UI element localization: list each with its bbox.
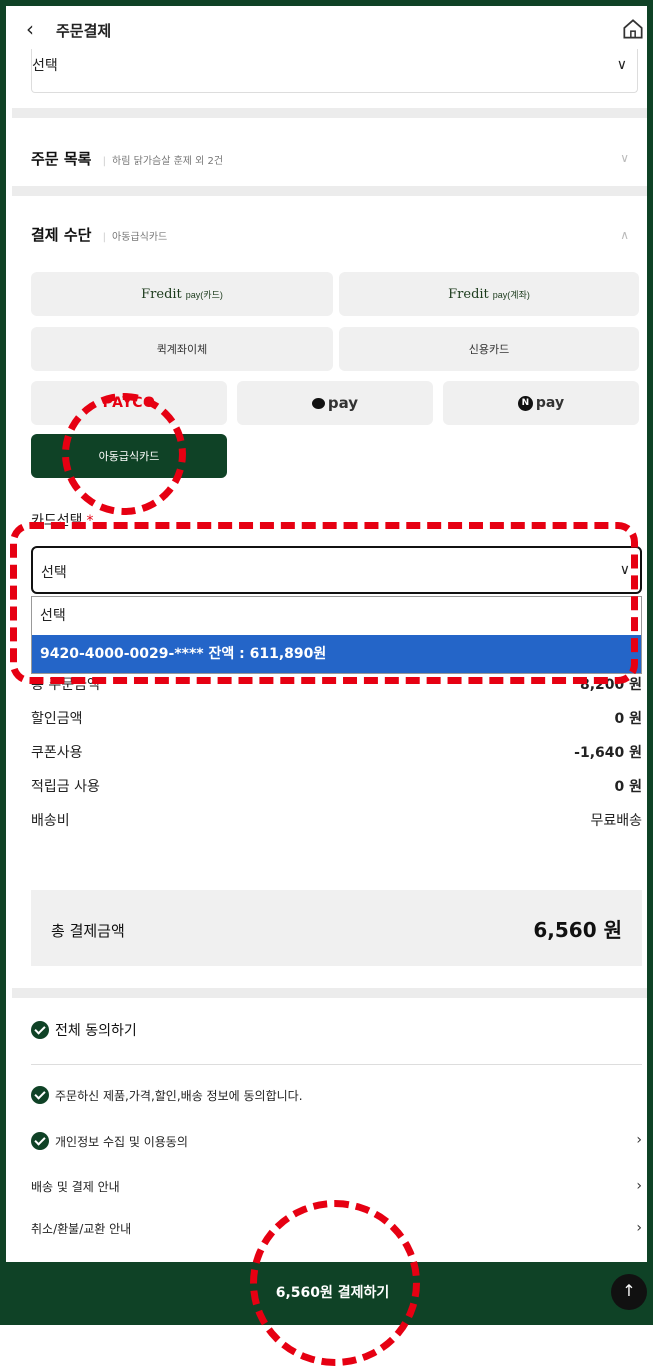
- pay-button[interactable]: 6,560원 결제하기 ↑: [6, 1262, 647, 1324]
- quick-transfer-button[interactable]: 퀵계좌이체: [31, 327, 333, 371]
- summary-value: 0 원: [614, 711, 643, 727]
- chevron-right-icon: ›: [636, 1132, 642, 1148]
- naver-n-icon: N: [517, 395, 533, 411]
- child-meal-card-label: 아동급식카드: [98, 450, 160, 463]
- dropdown-option-card[interactable]: 9420-4000-0029-**** 잔액 : 611,890원: [32, 635, 641, 673]
- section-divider: [12, 988, 647, 998]
- kakao-bubble-icon: [311, 398, 325, 409]
- summary-label: 할인금액: [31, 711, 83, 727]
- card-select-value: 선택: [41, 565, 67, 581]
- select-value: 선택: [32, 58, 58, 74]
- agree-all[interactable]: 전체 동의하기: [31, 1020, 137, 1040]
- chevron-down-icon: ∨: [619, 562, 630, 578]
- fredit-card-label: pay(카드): [185, 289, 223, 300]
- pay-button-label: 6,560원 결제하기: [275, 1285, 390, 1301]
- payment-method-header[interactable]: 결제 수단 | 아동급식카드: [31, 224, 167, 245]
- check-circle-icon: [31, 1021, 49, 1039]
- divider: [31, 1064, 642, 1065]
- credit-card-label: 신용카드: [468, 343, 510, 356]
- credit-card-button[interactable]: 신용카드: [339, 327, 639, 371]
- child-meal-card-button[interactable]: 아동급식카드: [31, 434, 227, 478]
- summary-value: 무료배송: [590, 813, 642, 829]
- dropdown-option[interactable]: 선택: [32, 597, 641, 635]
- agree-item-label: 주문하신 제품,가격,할인,배송 정보에 동의합니다.: [55, 1089, 303, 1103]
- summary-label: 쿠폰사용: [31, 745, 83, 761]
- info-delivery-payment[interactable]: 배송 및 결제 안내 ›: [31, 1178, 642, 1202]
- agree-item-label: 개인정보 수집 및 이용동의: [55, 1135, 188, 1149]
- kakaopay-button[interactable]: pay: [237, 381, 433, 425]
- info-label: 취소/환불/교환 안내: [31, 1222, 132, 1236]
- chevron-right-icon: ›: [636, 1220, 642, 1236]
- summary-label: 총 주문금액: [31, 677, 100, 693]
- summary-row: 할인금액 0 원: [31, 708, 642, 732]
- fredit-card-button[interactable]: Fredit pay(카드): [31, 272, 333, 316]
- header: ‹ 주문결제: [16, 6, 646, 54]
- quick-transfer-label: 퀵계좌이체: [156, 343, 208, 356]
- section-divider: [12, 186, 647, 196]
- agree-item-privacy[interactable]: 개인정보 수집 및 이용동의 ›: [31, 1132, 642, 1156]
- summary-row: 배송비 무료배송: [31, 810, 642, 834]
- summary-value: -1,640 원: [574, 745, 642, 761]
- payment-method-summary: 아동급식카드: [112, 232, 168, 243]
- summary-row: 적립금 사용 0 원: [31, 776, 642, 800]
- card-select[interactable]: 선택 ∨: [31, 546, 642, 594]
- delivery-request-select[interactable]: 선택 ∨: [31, 49, 638, 93]
- info-label: 배송 및 결제 안내: [31, 1180, 120, 1194]
- card-dropdown: 선택 9420-4000-0029-**** 잔액 : 611,890원: [31, 596, 642, 674]
- kakaopay-logo: pay: [327, 394, 359, 412]
- check-circle-icon: [31, 1086, 49, 1104]
- chevron-down-icon[interactable]: ∨: [620, 151, 629, 165]
- agree-all-label: 전체 동의하기: [55, 1023, 137, 1039]
- order-list-summary: 하림 닭가슴살 훈제 외 2건: [112, 156, 224, 167]
- card-select-label: 카드선택 *: [31, 513, 94, 529]
- summary-value: 0 원: [614, 779, 643, 795]
- naverpay-logo: pay: [535, 395, 565, 411]
- order-list-header[interactable]: 주문 목록 | 하림 닭가슴살 훈제 외 2건: [31, 148, 223, 169]
- fredit-account-label: pay(계좌): [492, 289, 530, 300]
- home-icon[interactable]: [620, 16, 646, 42]
- app-frame: ‹ 주문결제 선택 ∨ 주문 목록 | 하림 닭가슴살 훈제 외 2건 ∨ 결제 …: [0, 0, 653, 1325]
- payment-method-title: 결제 수단: [31, 226, 92, 244]
- page-background: [0, 1325, 653, 1370]
- chevron-right-icon: ›: [636, 1178, 642, 1194]
- chevron-down-icon: ∨: [616, 57, 627, 73]
- total-payment-box: 총 결제금액 6,560 원: [31, 890, 642, 966]
- order-list-title: 주문 목록: [31, 150, 92, 168]
- summary-row: 총 주문금액 8,200 원: [31, 674, 642, 698]
- section-divider: [12, 108, 647, 118]
- check-circle-icon: [31, 1132, 49, 1150]
- summary-value: 8,200 원: [579, 677, 642, 693]
- back-icon[interactable]: ‹: [26, 17, 34, 41]
- total-value: 6,560 원: [533, 918, 622, 942]
- fredit-account-button[interactable]: Fredit pay(계좌): [339, 272, 639, 316]
- fredit-logo: Fredit: [141, 286, 182, 302]
- chevron-up-icon[interactable]: ∧: [620, 228, 629, 242]
- summary-label: 적립금 사용: [31, 779, 100, 795]
- summary-label: 배송비: [31, 813, 70, 829]
- payco-button[interactable]: PAYCO: [31, 381, 227, 425]
- page-title: 주문결제: [56, 22, 112, 40]
- naverpay-button[interactable]: Npay: [443, 381, 639, 425]
- total-label: 총 결제금액: [51, 922, 125, 940]
- required-mark: *: [86, 513, 94, 529]
- scroll-top-icon[interactable]: ↑: [611, 1274, 647, 1310]
- summary-row: 쿠폰사용 -1,640 원: [31, 742, 642, 766]
- fredit-logo: Fredit: [448, 286, 489, 302]
- info-cancel-refund[interactable]: 취소/환불/교환 안내 ›: [31, 1220, 642, 1244]
- agree-item[interactable]: 주문하신 제품,가격,할인,배송 정보에 동의합니다.: [31, 1086, 642, 1110]
- payco-logo: PAYCO: [102, 395, 156, 411]
